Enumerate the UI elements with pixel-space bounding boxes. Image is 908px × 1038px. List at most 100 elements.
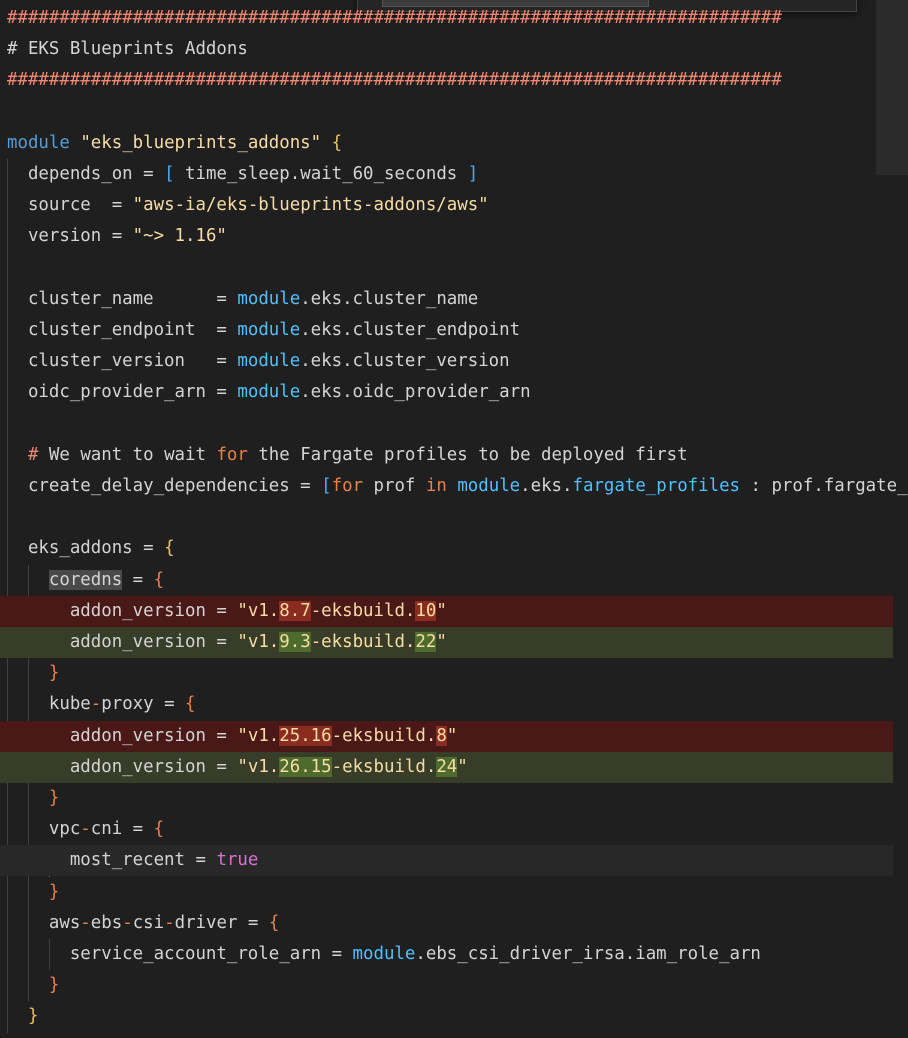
code-token: eks_addons	[7, 538, 144, 559]
code-line[interactable]: most_recent = true	[0, 845, 893, 877]
code-token: 22	[415, 632, 437, 652]
code-editor[interactable]: ########################################…	[0, 0, 908, 1038]
code-line[interactable]: vpc-cni = {	[0, 814, 893, 845]
code-line[interactable]	[0, 502, 893, 533]
code-token: "	[436, 600, 447, 621]
code-token: module	[237, 351, 301, 372]
code-token: }	[48, 663, 60, 684]
code-token: addon_version	[7, 725, 217, 746]
code-token: ########################################…	[7, 70, 782, 91]
code-line[interactable]: create_delay_dependencies = [for prof in…	[0, 471, 908, 502]
code-token: in	[425, 476, 447, 496]
code-line[interactable]: addon_version = "v1.25.16-eksbuild.8"	[0, 720, 893, 752]
code-token: -eksbuild.	[310, 600, 416, 621]
code-line[interactable]: eks_addons = {	[0, 533, 893, 564]
code-token: time_sleep.wait_60_seconds	[174, 164, 468, 184]
code-line[interactable]	[0, 97, 893, 128]
code-line[interactable]: }	[0, 658, 893, 689]
code-line[interactable]: cluster_endpoint = module.eks.cluster_en…	[0, 315, 893, 346]
code-token: .ebs_csi_driver_irsa.iam_role_arn	[415, 944, 761, 964]
code-line[interactable]: # We want to wait for the Fargate profil…	[0, 440, 893, 471]
code-line[interactable]: kube-proxy = {	[0, 689, 893, 720]
code-token: most_recent	[7, 850, 196, 871]
code-token: proxy	[101, 694, 165, 715]
code-token: {	[153, 819, 165, 840]
code-token: module	[237, 288, 301, 309]
code-line[interactable]	[0, 409, 893, 440]
code-line[interactable]	[0, 253, 893, 284]
code-token: .eks.	[520, 476, 573, 496]
code-token: }	[48, 788, 60, 808]
code-token: 10	[415, 600, 437, 621]
code-line[interactable]: source = "aws-ia/eks-blueprints-addons/a…	[0, 190, 893, 221]
code-token: module	[237, 320, 301, 340]
code-token: cni	[90, 819, 133, 840]
code-token: "v1.	[237, 725, 280, 746]
code-line[interactable]: addon_version = "v1.9.3-eksbuild.22"	[0, 627, 893, 658]
code-token: 25.16	[279, 725, 332, 746]
code-line[interactable]: aws-ebs-csi-driver = {	[0, 908, 893, 939]
code-token: =	[111, 226, 123, 247]
code-line[interactable]: }	[0, 970, 893, 1001]
code-token: .eks.cluster_version	[300, 351, 510, 372]
code-token: module	[7, 132, 70, 153]
code-token: oidc_provider_arn	[7, 382, 217, 403]
code-line[interactable]: depends_on = [ time_sleep.wait_60_second…	[0, 159, 893, 190]
code-token: =	[132, 819, 144, 840]
code-line[interactable]: }	[0, 783, 893, 814]
code-token: -	[122, 912, 133, 933]
code-line[interactable]: service_account_role_arn = module.ebs_cs…	[0, 939, 893, 970]
code-token: =	[164, 694, 175, 715]
code-token: ebs	[90, 912, 123, 933]
code-token: kube	[7, 694, 91, 715]
code-token: 24	[436, 756, 458, 777]
code-token: [	[164, 164, 175, 184]
code-token: {	[153, 569, 165, 590]
code-token: for	[331, 476, 364, 496]
code-line[interactable]: cluster_name = module.eks.cluster_name	[0, 284, 893, 315]
code-token: 9.3	[279, 632, 311, 652]
code-token: }	[48, 975, 60, 996]
code-line[interactable]: addon_version = "v1.8.7-eksbuild.10"	[0, 595, 893, 627]
code-line[interactable]: module "eks_blueprints_addons" {	[0, 128, 893, 159]
code-token: -	[80, 912, 91, 933]
code-token: service_account_role_arn	[7, 944, 332, 964]
code-line[interactable]: coredns = {	[0, 565, 893, 596]
code-line[interactable]: ########################################…	[0, 65, 893, 96]
code-line[interactable]: # EKS Blueprints Addons	[0, 34, 893, 65]
code-token: "~> 1.16"	[132, 226, 227, 247]
code-token: cluster_version	[7, 351, 217, 372]
code-token: =	[216, 351, 227, 372]
code-token: the Fargate profiles to be deployed firs…	[247, 444, 688, 465]
code-token: }	[27, 1006, 39, 1027]
code-line[interactable]: cluster_version = module.eks.cluster_ver…	[0, 346, 893, 377]
code-token: addon_version	[7, 600, 217, 621]
code-token: .eks.cluster_endpoint	[300, 320, 521, 340]
code-token: "v1.	[237, 600, 280, 621]
code-line[interactable]: version = "~> 1.16"	[0, 221, 893, 252]
code-line[interactable]: addon_version = "v1.26.15-eksbuild.24"	[0, 751, 893, 783]
code-token: "aws-ia/eks-blueprints-addons/aws"	[132, 195, 489, 216]
code-line[interactable]: oidc_provider_arn = module.eks.oidc_prov…	[0, 377, 893, 408]
code-token: -	[90, 694, 102, 715]
code-token: -eksbuild.	[331, 756, 437, 777]
code-line[interactable]: }	[0, 1001, 893, 1032]
code-line[interactable]: }	[0, 877, 893, 908]
code-line[interactable]: ########################################…	[0, 3, 893, 34]
code-token: =	[216, 288, 227, 309]
code-token: -	[164, 912, 175, 933]
code-token: depends_on	[7, 164, 144, 184]
